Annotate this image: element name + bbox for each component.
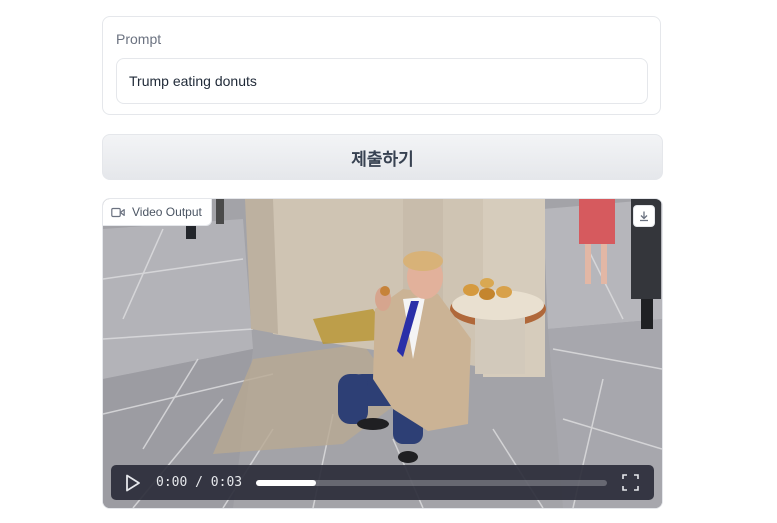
prompt-block: Prompt — [102, 16, 661, 115]
prompt-label: Prompt — [116, 31, 162, 47]
progress-fill — [256, 480, 316, 486]
video-frame — [103, 199, 662, 508]
video-output-label-text: Video Output — [132, 205, 202, 219]
prompt-input[interactable] — [116, 58, 648, 104]
download-icon — [640, 211, 648, 222]
play-icon[interactable] — [125, 474, 141, 492]
video-controls: 0:00 / 0:03 — [111, 465, 654, 500]
submit-button[interactable]: 제출하기 — [102, 134, 663, 180]
video-output-label: Video Output — [103, 199, 212, 226]
gradio-app: Prompt 제출하기 — [0, 0, 777, 523]
download-button[interactable] — [633, 205, 655, 227]
video-output: Video Output 0:00 / 0:03 — [102, 198, 663, 509]
time-display: 0:00 / 0:03 — [156, 475, 243, 490]
video-camera-icon — [111, 207, 125, 217]
progress-bar[interactable] — [256, 480, 607, 486]
fullscreen-icon[interactable] — [622, 474, 639, 491]
